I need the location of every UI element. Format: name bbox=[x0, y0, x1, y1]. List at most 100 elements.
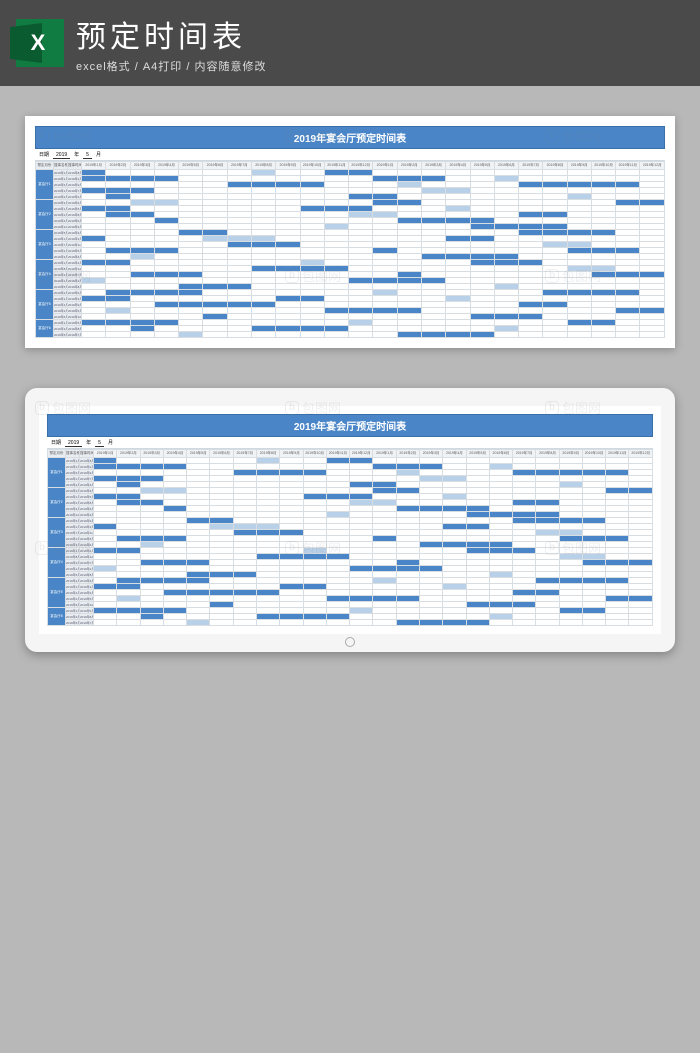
table-header-month: 2019年8月 bbox=[536, 450, 559, 458]
gantt-cell bbox=[591, 332, 615, 338]
gantt-cell bbox=[130, 332, 154, 338]
table-header-month: 2019年7月 bbox=[233, 450, 256, 458]
hall-label: 宴会厅1 bbox=[36, 170, 54, 200]
table-header-month: 2019年7月 bbox=[513, 450, 536, 458]
app-header: X 预定时间表 excel格式 / A4打印 / 内容随意修改 bbox=[0, 0, 700, 86]
tablet-frame: 2019年宴会厅预定时间表日期2019年5月预定月份搜事名称搜事时间2019年1… bbox=[25, 388, 675, 652]
gantt-cell bbox=[251, 332, 275, 338]
gantt-cell bbox=[227, 332, 251, 338]
gantt-cell bbox=[326, 620, 349, 626]
table-header-month: 2019年3月 bbox=[421, 162, 445, 170]
table-header-month: 2019年10月 bbox=[300, 162, 324, 170]
preview-container: 2019年宴会厅预定时间表日期2019年5月预定月份搜事名称搜事时间2019年1… bbox=[0, 86, 700, 682]
gantt-cell bbox=[559, 620, 582, 626]
table-header-month: 2019年11月 bbox=[326, 450, 349, 458]
gantt-cell bbox=[154, 332, 178, 338]
hall-label: 宴会厅6 bbox=[36, 320, 54, 338]
hall-label: 宴会厅3 bbox=[36, 230, 54, 260]
gantt-cell bbox=[303, 620, 326, 626]
gantt-cell bbox=[82, 332, 106, 338]
table-header-month: 2019年3月 bbox=[130, 162, 154, 170]
gantt-cell bbox=[233, 620, 256, 626]
gantt-cell bbox=[519, 332, 543, 338]
sheet-preview: 2019年宴会厅预定时间表日期2019年5月预定月份搜事名称搜事时间2019年1… bbox=[25, 116, 675, 348]
gantt-cell bbox=[543, 332, 567, 338]
booking-date-cell: 2019年7月 bbox=[68, 332, 82, 338]
table-header-month: 2019年5月 bbox=[470, 162, 494, 170]
gantt-cell bbox=[373, 620, 396, 626]
gantt-cell bbox=[397, 332, 421, 338]
table-header-label: 搜事时间 bbox=[80, 450, 94, 458]
table-header-month: 2019年8月 bbox=[256, 450, 279, 458]
hall-label: 宴会厅2 bbox=[36, 200, 54, 230]
table-header-month: 2019年5月 bbox=[187, 450, 210, 458]
gantt-cell bbox=[421, 332, 445, 338]
table-header-label: 预定月份 bbox=[36, 162, 54, 170]
gantt-cell bbox=[276, 332, 300, 338]
gantt-cell bbox=[324, 332, 348, 338]
gantt-cell bbox=[494, 332, 518, 338]
table-row: 2019年5月2019年7月 bbox=[48, 620, 653, 626]
tablet-home-button-icon bbox=[345, 637, 355, 647]
table-header-month: 2019年10月 bbox=[591, 162, 615, 170]
gantt-cell bbox=[349, 332, 373, 338]
excel-icon: X bbox=[16, 19, 64, 67]
table-header-month: 2019年12月 bbox=[349, 162, 373, 170]
date-filter-row: 日期2019年5月 bbox=[47, 437, 653, 449]
gantt-table: 预定月份搜事名称搜事时间2019年1月2019年2月2019年3月2019年4月… bbox=[47, 449, 653, 626]
table-header-month: 2019年9月 bbox=[567, 162, 591, 170]
gantt-cell bbox=[179, 332, 203, 338]
table-header-month: 2019年4月 bbox=[163, 450, 186, 458]
gantt-cell bbox=[140, 620, 163, 626]
table-header-month: 2019年1月 bbox=[373, 450, 396, 458]
gantt-cell bbox=[466, 620, 489, 626]
gantt-cell bbox=[470, 332, 494, 338]
hall-label: 宴会厅2 bbox=[48, 488, 66, 518]
table-header-month: 2019年11月 bbox=[324, 162, 348, 170]
hall-label: 宴会厅4 bbox=[36, 260, 54, 290]
table-header-label: 预定月份 bbox=[48, 450, 66, 458]
gantt-cell bbox=[106, 332, 130, 338]
table-header-month: 2019年2月 bbox=[117, 450, 140, 458]
table-header-month: 2019年5月 bbox=[466, 450, 489, 458]
gantt-cell bbox=[203, 332, 227, 338]
gantt-cell bbox=[94, 620, 117, 626]
table-header-month: 2019年11月 bbox=[616, 162, 640, 170]
table-header-month: 2019年11月 bbox=[606, 450, 629, 458]
table-header-month: 2019年8月 bbox=[543, 162, 567, 170]
gantt-cell bbox=[280, 620, 303, 626]
gantt-cell bbox=[210, 620, 233, 626]
page-title: 预定时间表 bbox=[76, 12, 266, 56]
booking-date-cell: 2019年5月 bbox=[54, 332, 68, 338]
table-header-month: 2019年5月 bbox=[179, 162, 203, 170]
table-header-month: 2019年6月 bbox=[489, 450, 512, 458]
hall-label: 宴会厅5 bbox=[48, 578, 66, 608]
gantt-cell bbox=[640, 332, 665, 338]
hall-label: 宴会厅5 bbox=[36, 290, 54, 320]
table-header-month: 2019年1月 bbox=[94, 450, 117, 458]
table-header-month: 2019年10月 bbox=[582, 450, 605, 458]
table-header-month: 2019年1月 bbox=[82, 162, 106, 170]
page-subtitle: excel格式 / A4打印 / 内容随意修改 bbox=[76, 58, 266, 74]
table-header-month: 2019年3月 bbox=[140, 450, 163, 458]
table-header-month: 2019年6月 bbox=[210, 450, 233, 458]
date-filter-row: 日期2019年5月 bbox=[35, 149, 665, 161]
table-header-month: 2019年6月 bbox=[203, 162, 227, 170]
gantt-cell bbox=[256, 620, 279, 626]
table-header-label: 搜事时间 bbox=[68, 162, 82, 170]
booking-date-cell: 2019年7月 bbox=[80, 620, 94, 626]
table-header-label: 搜事名称 bbox=[54, 162, 68, 170]
schedule-title: 2019年宴会厅预定时间表 bbox=[47, 414, 653, 437]
tablet-screen: 2019年宴会厅预定时间表日期2019年5月预定月份搜事名称搜事时间2019年1… bbox=[39, 406, 661, 634]
gantt-cell bbox=[396, 620, 419, 626]
hall-label: 宴会厅4 bbox=[48, 548, 66, 578]
gantt-cell bbox=[616, 332, 640, 338]
table-header-month: 2019年12月 bbox=[629, 450, 653, 458]
gantt-cell bbox=[567, 332, 591, 338]
booking-date-cell: 2019年5月 bbox=[66, 620, 80, 626]
gantt-cell bbox=[629, 620, 653, 626]
table-header-month: 2019年1月 bbox=[373, 162, 397, 170]
gantt-cell bbox=[187, 620, 210, 626]
header-text-block: 预定时间表 excel格式 / A4打印 / 内容随意修改 bbox=[76, 12, 266, 74]
gantt-cell bbox=[582, 620, 605, 626]
